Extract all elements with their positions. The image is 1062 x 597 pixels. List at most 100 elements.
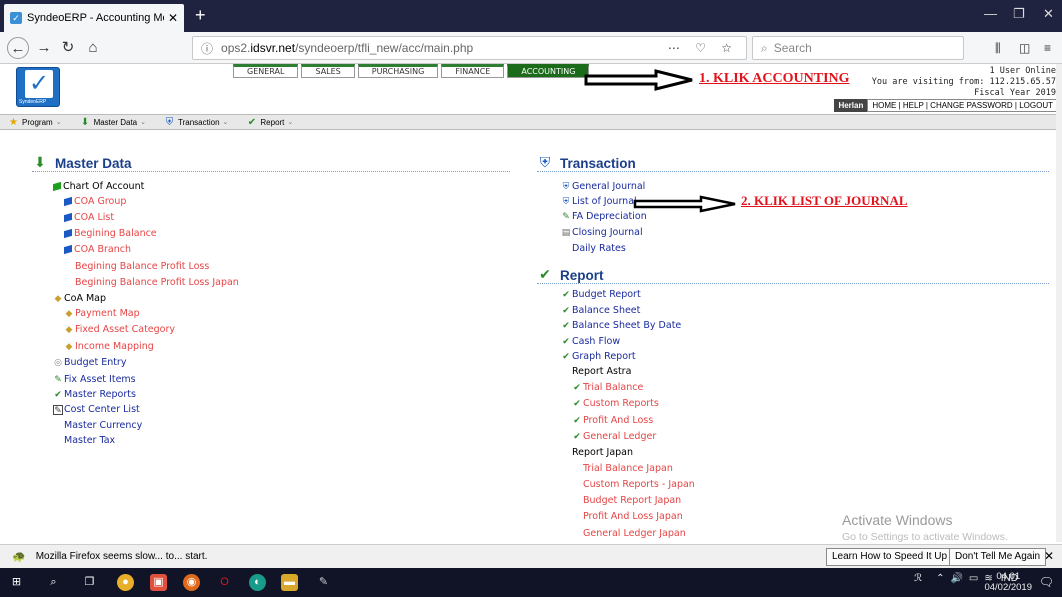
page-scrollbar[interactable]: [1056, 64, 1062, 542]
forward-icon[interactable]: →: [33, 37, 55, 59]
tab-sales[interactable]: SALES: [301, 64, 355, 78]
bb-profit-loss-link[interactable]: Begining Balance Profit Loss: [75, 261, 209, 272]
url-actions[interactable]: ⋯ ♡ ☆: [668, 41, 738, 55]
income-mapping-link[interactable]: ◆ Income Mapping: [64, 341, 154, 352]
trial-balance-japan-link[interactable]: Trial Balance Japan: [583, 463, 673, 474]
back-icon[interactable]: ←: [7, 37, 29, 59]
syndeo-logo[interactable]: ✓ SyndeoERP: [16, 67, 60, 107]
browser-icon[interactable]: ◐: [249, 574, 266, 591]
daily-rates-link[interactable]: Daily Rates: [572, 243, 626, 254]
coa-branch-link[interactable]: COA Branch: [64, 244, 131, 255]
clock[interactable]: 04.01 04/02/2019: [984, 571, 1032, 593]
master-currency-link[interactable]: Master Currency: [64, 420, 142, 431]
fix-asset-items-link[interactable]: ✎ Fix Asset Items: [53, 374, 135, 385]
profit-and-loss-link[interactable]: ✔ Profit And Loss: [572, 415, 653, 426]
close-notification-icon[interactable]: ✕: [1044, 549, 1054, 563]
fixed-asset-category-link[interactable]: ◆ Fixed Asset Category: [64, 324, 176, 335]
tab-finance[interactable]: FINANCE: [441, 64, 505, 78]
app-icon[interactable]: ▣: [150, 574, 167, 591]
general-ledger-japan-link[interactable]: General Ledger Japan: [583, 528, 686, 539]
trial-balance-link[interactable]: ✔ Trial Balance: [572, 382, 643, 393]
tab-general[interactable]: GENERAL: [233, 64, 299, 78]
new-tab-button[interactable]: +: [195, 4, 206, 26]
balance-sheet-by-date-link[interactable]: ✔ Balance Sheet By Date: [561, 320, 681, 331]
payment-map-link[interactable]: ◆ Payment Map: [64, 308, 140, 319]
closing-journal-link[interactable]: ▤ Closing Journal: [561, 227, 643, 238]
activate-windows-subtext: Go to Settings to activate Windows.: [842, 531, 1008, 543]
menu-master-data[interactable]: ⬇ Master Data ⌄: [72, 117, 156, 128]
report-icon: ✔: [573, 415, 581, 426]
speed-it-up-button[interactable]: Learn How to Speed It Up: [826, 548, 954, 566]
library-icon[interactable]: ⫼: [995, 41, 1001, 56]
report-icon: ✔: [562, 289, 570, 300]
chart-of-account: Chart Of Account: [53, 181, 144, 192]
download-icon: ⬇: [34, 154, 46, 170]
coa-list-link[interactable]: COA List: [64, 212, 114, 223]
coa-group-link[interactable]: COA Group: [64, 196, 126, 207]
map-icon: ◆: [65, 324, 73, 335]
report-title: Report: [560, 268, 604, 283]
menu-program[interactable]: ★ Program ⌄: [0, 117, 72, 128]
budget-report-japan-link[interactable]: Budget Report Japan: [583, 495, 681, 506]
master-data-icon: ⬇: [80, 116, 90, 128]
balance-sheet-link[interactable]: ✔ Balance Sheet: [561, 305, 640, 316]
report-icon: ✔: [562, 320, 570, 331]
graph-report-link[interactable]: ✔ Graph Report: [561, 351, 635, 362]
tray-chevron-icon[interactable]: ⌃: [936, 573, 944, 584]
task-view-icon[interactable]: ❐: [81, 574, 98, 591]
general-ledger-link[interactable]: ✔ General Ledger: [572, 431, 656, 442]
dont-tell-me-again-button[interactable]: Don't Tell Me Again: [949, 548, 1047, 566]
budget-report-link[interactable]: ✔ Budget Report: [561, 289, 640, 300]
logo-text: SyndeoERP: [19, 99, 47, 105]
app-menubar: ★ Program ⌄ ⬇ Master Data ⌄ ⛨ Transactio…: [0, 114, 1056, 130]
tab-purchasing[interactable]: PURCHASING: [357, 64, 439, 78]
opera-icon[interactable]: O: [216, 574, 233, 591]
people-icon[interactable]: ℛ: [914, 573, 922, 584]
menu-report[interactable]: ✔ Report ⌄: [238, 117, 303, 128]
url-bar[interactable]: ⓘ ops2. idsvr.net/syndeoerp/tfli_new/acc/…: [192, 36, 747, 60]
tab-close-icon[interactable]: ✕: [168, 11, 178, 25]
restore-icon[interactable]: ❐: [1013, 6, 1025, 22]
action-center-icon[interactable]: 🗨: [1039, 575, 1054, 589]
report-icon: ✔: [573, 398, 581, 409]
master-tax-link[interactable]: Master Tax: [64, 435, 115, 446]
battery-icon[interactable]: ▭: [969, 573, 978, 584]
tab-accounting[interactable]: ACCOUNTING: [507, 64, 590, 78]
budget-entry-link[interactable]: ◎ Budget Entry: [53, 357, 126, 368]
browser-tab[interactable]: ✓ SyndeoERP - Accounting Modu ✕: [4, 4, 184, 32]
volume-icon[interactable]: 🔊: [950, 573, 962, 584]
custom-reports-link[interactable]: ✔ Custom Reports: [572, 398, 659, 409]
site-info-icon[interactable]: ⓘ: [201, 40, 213, 57]
minimize-icon[interactable]: —: [984, 6, 997, 21]
custom-reports-japan-link[interactable]: Custom Reports - Japan: [583, 479, 695, 490]
list-of-journal-link[interactable]: ⛨ List of Journal: [561, 196, 637, 207]
begining-balance-link[interactable]: Begining Balance: [64, 228, 157, 239]
sidebar-icon[interactable]: ◫: [1019, 41, 1030, 55]
master-reports-link[interactable]: ✔ Master Reports: [53, 389, 136, 400]
bb-profit-loss-japan-link[interactable]: Begining Balance Profit Loss Japan: [75, 277, 239, 288]
profit-and-loss-japan-link[interactable]: Profit And Loss Japan: [583, 511, 683, 522]
menu-icon[interactable]: ≡: [1044, 41, 1051, 55]
folder-icon: [53, 181, 61, 192]
windows-taskbar: ⊞ ⌕ ❐ ● ▣ ◉ O ◐ ▬ ✎ ℛ ⌃ 🔊 ▭ ≋ IND 04.01 …: [0, 568, 1062, 597]
general-journal-link[interactable]: ⛨ General Journal: [561, 181, 646, 192]
clock-time: 04.01: [996, 571, 1021, 582]
home-icon[interactable]: ⌂: [82, 37, 104, 59]
file-explorer-icon[interactable]: ▬: [281, 574, 298, 591]
menu-transaction[interactable]: ⛨ Transaction ⌄: [156, 117, 238, 128]
budget-icon: ◎: [54, 357, 62, 368]
username[interactable]: Herlan: [834, 99, 868, 112]
windows-start-icon[interactable]: ⊞: [8, 574, 25, 591]
user-links[interactable]: HOME | HELP | CHANGE PASSWORD | LOGOUT: [867, 99, 1058, 112]
chrome-icon[interactable]: ●: [117, 574, 134, 591]
reload-icon[interactable]: ↻: [57, 37, 79, 59]
flag-icon: [64, 244, 72, 255]
search-icon[interactable]: ⌕: [45, 574, 62, 591]
cost-center-list-link[interactable]: ✎ Cost Center List: [53, 404, 140, 416]
paint-icon[interactable]: ✎: [315, 574, 332, 591]
notification-bar: 🐢 Mozilla Firefox seems slow... to... st…: [0, 544, 1062, 568]
cash-flow-link[interactable]: ✔ Cash Flow: [561, 336, 620, 347]
firefox-icon[interactable]: ◉: [183, 574, 200, 591]
close-window-icon[interactable]: ✕: [1043, 6, 1054, 22]
search-bar[interactable]: ⌕ Search: [752, 36, 964, 60]
